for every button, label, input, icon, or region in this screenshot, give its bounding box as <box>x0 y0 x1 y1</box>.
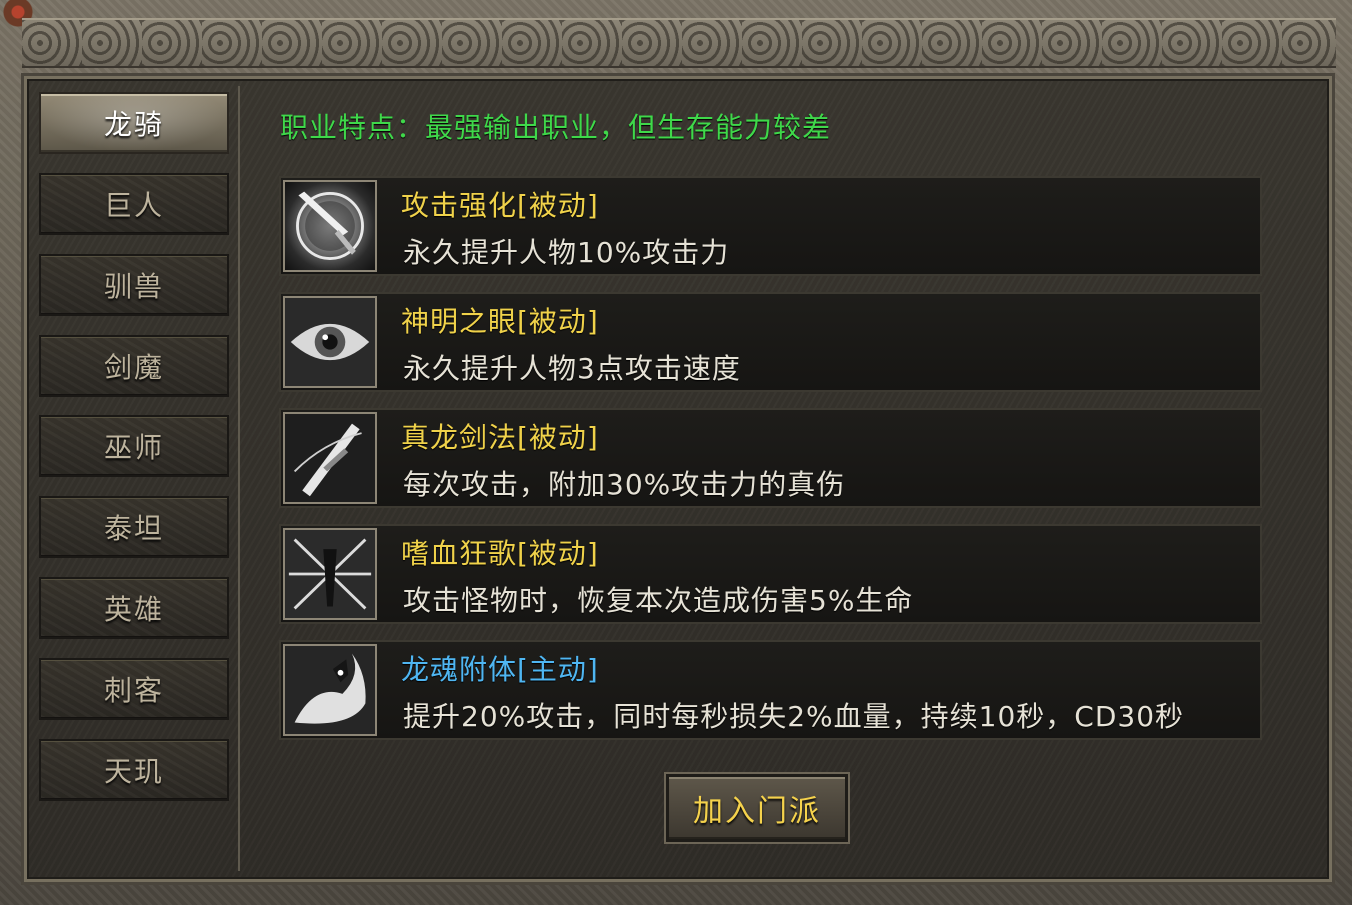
class-tab-wushi[interactable]: 巫师 <box>39 415 229 477</box>
skill-description: 攻击怪物时，恢复本次造成伤害5%生命 <box>403 584 914 617</box>
class-sidebar: 龙骑 巨人 驯兽 剑魔 巫师 泰坦 英雄 刺客 天玑 <box>34 86 240 871</box>
skill-name: 神明之眼[被动] <box>401 305 599 338</box>
skill-row: 攻击强化[被动] 永久提升人物10%攻击力 <box>279 176 1262 276</box>
join-sect-button[interactable]: 加入门派 <box>666 774 848 842</box>
class-tab-tianji[interactable]: 天玑 <box>39 739 229 801</box>
class-tab-xunshou[interactable]: 驯兽 <box>39 254 229 316</box>
skill-row: 神明之眼[被动] 永久提升人物3点攻击速度 <box>279 292 1262 392</box>
class-tab-yingxiong[interactable]: 英雄 <box>39 577 229 639</box>
blood-burst-icon[interactable] <box>283 528 377 620</box>
window-frame: 龙骑 巨人 驯兽 剑魔 巫师 泰坦 英雄 刺客 天玑 职业特点：最强输出职业，但… <box>0 0 1352 905</box>
class-tab-jianmo[interactable]: 剑魔 <box>39 335 229 397</box>
skill-row: 嗜血狂歌[被动] 攻击怪物时，恢复本次造成伤害5%生命 <box>279 524 1262 624</box>
skill-row: 真龙剑法[被动] 每次攻击，附加30%攻击力的真伤 <box>279 408 1262 508</box>
skill-name: 真龙剑法[被动] <box>401 421 599 454</box>
top-ornament-bar <box>22 18 1336 68</box>
sword-orb-icon[interactable] <box>283 180 377 272</box>
class-tab-cike[interactable]: 刺客 <box>39 658 229 720</box>
class-tab-longqi[interactable]: 龙骑 <box>39 92 229 154</box>
skill-description: 永久提升人物10%攻击力 <box>403 236 730 269</box>
eye-icon[interactable] <box>283 296 377 388</box>
skill-name: 嗜血狂歌[被动] <box>401 537 599 570</box>
dragon-soul-icon[interactable] <box>283 644 377 736</box>
skill-description: 永久提升人物3点攻击速度 <box>403 352 741 385</box>
skill-description: 提升20%攻击，同时每秒损失2%血量，持续10秒，CD30秒 <box>403 700 1185 733</box>
skill-name: 攻击强化[被动] <box>401 189 599 222</box>
class-tab-juren[interactable]: 巨人 <box>39 173 229 235</box>
class-tab-taitan[interactable]: 泰坦 <box>39 496 229 558</box>
blade-icon[interactable] <box>283 412 377 504</box>
skill-row: 龙魂附体[主动] 提升20%攻击，同时每秒损失2%血量，持续10秒，CD30秒 <box>279 640 1262 740</box>
skill-name: 龙魂附体[主动] <box>401 653 599 686</box>
class-detail-panel: 职业特点：最强输出职业，但生存能力较差 攻击强化[被动] 永久提升人物10%攻击… <box>242 86 1322 871</box>
skill-description: 每次攻击，附加30%攻击力的真伤 <box>403 468 846 501</box>
class-feature-text: 职业特点：最强输出职业，但生存能力较差 <box>280 111 832 144</box>
